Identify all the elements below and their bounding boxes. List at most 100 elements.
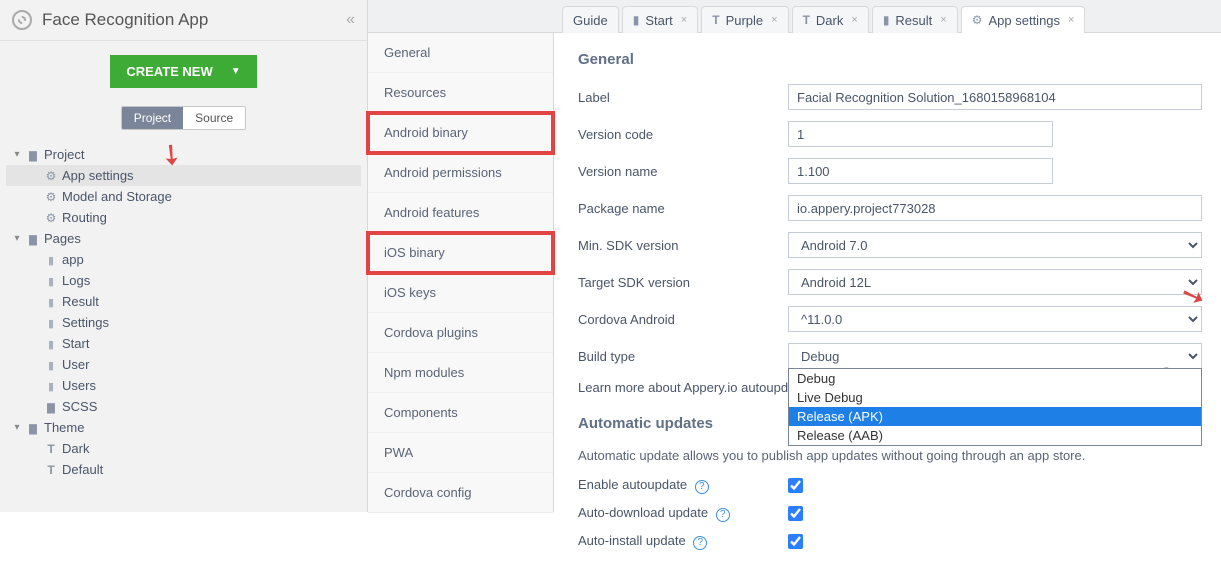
tab-dark[interactable]: Dark× [792, 6, 869, 33]
label-input[interactable] [788, 84, 1202, 110]
label-version-name: Version name [578, 164, 788, 179]
nav-android-permissions[interactable]: Android permissions [368, 153, 553, 193]
build-option-debug[interactable]: Debug [789, 369, 1201, 388]
build-type-dropdown: Debug Live Debug Release (APK) Release (… [788, 368, 1202, 446]
nav-android-binary[interactable]: Android binary [368, 113, 553, 153]
app-logo-icon [12, 10, 32, 30]
page-icon [42, 379, 60, 393]
segment-project[interactable]: Project [122, 107, 183, 129]
tab-guide[interactable]: Guide [562, 6, 619, 33]
auto-update-description: Automatic update allows you to publish a… [578, 448, 1202, 463]
help-icon[interactable]: ? [693, 536, 707, 550]
close-icon[interactable]: × [681, 14, 687, 26]
tree-node-dark[interactable]: Dark [6, 438, 361, 459]
theme-icon [42, 442, 60, 456]
tree-node-app-settings[interactable]: App settings [6, 165, 361, 186]
close-icon[interactable]: × [940, 14, 946, 26]
tree-node-settings[interactable]: Settings [6, 312, 361, 333]
help-icon[interactable]: ? [716, 508, 730, 522]
auto-install-checkbox[interactable] [788, 534, 803, 549]
version-name-input[interactable] [788, 158, 1053, 184]
page-icon [42, 274, 60, 288]
close-icon[interactable]: × [771, 14, 777, 26]
cordova-android-select[interactable]: ^11.0.0 [788, 306, 1202, 332]
nav-cordova-config[interactable]: Cordova config [368, 473, 553, 513]
folder-icon [24, 148, 42, 162]
min-sdk-select[interactable]: Android 7.0 [788, 232, 1202, 258]
nav-components[interactable]: Components [368, 393, 553, 433]
page-icon [42, 337, 60, 351]
build-type-select[interactable]: Debug [788, 343, 1202, 369]
label-version-code: Version code [578, 127, 788, 142]
tree-node-routing[interactable]: Routing [6, 207, 361, 228]
nav-pwa[interactable]: PWA [368, 433, 553, 473]
tree-node-pages[interactable]: ▾Pages [6, 228, 361, 249]
target-sdk-select[interactable]: Android 12L [788, 269, 1202, 295]
settings-nav: General Resources Android binary Android… [368, 33, 554, 512]
nav-ios-binary[interactable]: iOS binary [368, 233, 553, 273]
tree-node-start[interactable]: Start [6, 333, 361, 354]
tree-node-project[interactable]: ▾Project [6, 144, 361, 165]
tree-node-scss[interactable]: SCSS [6, 396, 361, 417]
theme-icon [712, 13, 719, 27]
page-icon [42, 253, 60, 267]
folder-icon [42, 400, 60, 414]
label-target-sdk: Target SDK version [578, 275, 788, 290]
segment-source[interactable]: Source [183, 107, 245, 129]
nav-npm-modules[interactable]: Npm modules [368, 353, 553, 393]
build-option-release-apk[interactable]: Release (APK) [789, 407, 1201, 426]
app-title: Face Recognition App [42, 10, 346, 30]
close-icon[interactable]: × [851, 14, 857, 26]
gear-icon [42, 190, 60, 204]
tree-node-default[interactable]: Default [6, 459, 361, 480]
tree-node-theme[interactable]: ▾Theme [6, 417, 361, 438]
build-option-live-debug[interactable]: Live Debug [789, 388, 1201, 407]
label-build-type: Build type [578, 349, 788, 364]
tree-node-users[interactable]: Users [6, 375, 361, 396]
create-new-button[interactable]: CREATE NEW ▼ [110, 55, 256, 88]
build-option-release-aab[interactable]: Release (AAB) [789, 426, 1201, 445]
page-icon [42, 358, 60, 372]
tree-node-result[interactable]: Result [6, 291, 361, 312]
tab-result[interactable]: ▮Result× [872, 6, 958, 33]
tab-app-settings[interactable]: App settings× [961, 6, 1086, 33]
label-enable-autoupdate: Enable autoupdate ? [578, 477, 788, 494]
project-tree: ▾Project App settings Model and Storage … [0, 144, 367, 480]
tree-node-app-page[interactable]: app [6, 249, 361, 270]
nav-android-features[interactable]: Android features [368, 193, 553, 233]
editor-tabs: Guide ▮Start× Purple× Dark× ▮Result× App… [368, 0, 1221, 33]
page-icon [42, 295, 60, 309]
label-cordova-android: Cordova Android [578, 312, 788, 327]
gear-icon [972, 13, 983, 27]
folder-icon [24, 232, 42, 246]
nav-general[interactable]: General [368, 33, 553, 73]
tab-purple[interactable]: Purple× [701, 6, 788, 33]
tree-node-model-storage[interactable]: Model and Storage [6, 186, 361, 207]
close-icon[interactable]: × [1068, 14, 1074, 26]
nav-cordova-plugins[interactable]: Cordova plugins [368, 313, 553, 353]
tree-node-user[interactable]: User [6, 354, 361, 375]
section-general: General [578, 51, 1202, 68]
page-icon [42, 316, 60, 330]
auto-download-checkbox[interactable] [788, 506, 803, 521]
theme-icon [42, 463, 60, 477]
nav-ios-keys[interactable]: iOS keys [368, 273, 553, 313]
page-icon: ▮ [633, 13, 640, 27]
label-auto-download: Auto-download update ? [578, 505, 788, 522]
chevron-down-icon: ▼ [231, 66, 241, 77]
gear-icon [42, 169, 60, 183]
label-package-name: Package name [578, 201, 788, 216]
gear-icon [42, 211, 60, 225]
help-icon[interactable]: ? [695, 480, 709, 494]
package-name-input[interactable] [788, 195, 1202, 221]
nav-resources[interactable]: Resources [368, 73, 553, 113]
label-label: Label [578, 90, 788, 105]
label-auto-install: Auto-install update ? [578, 533, 788, 550]
enable-autoupdate-checkbox[interactable] [788, 478, 803, 493]
tab-start[interactable]: ▮Start× [622, 6, 699, 33]
theme-icon [803, 13, 810, 27]
tree-node-logs[interactable]: Logs [6, 270, 361, 291]
collapse-panel-icon[interactable]: « [346, 11, 355, 29]
create-new-label: CREATE NEW [126, 64, 212, 79]
version-code-input[interactable] [788, 121, 1053, 147]
